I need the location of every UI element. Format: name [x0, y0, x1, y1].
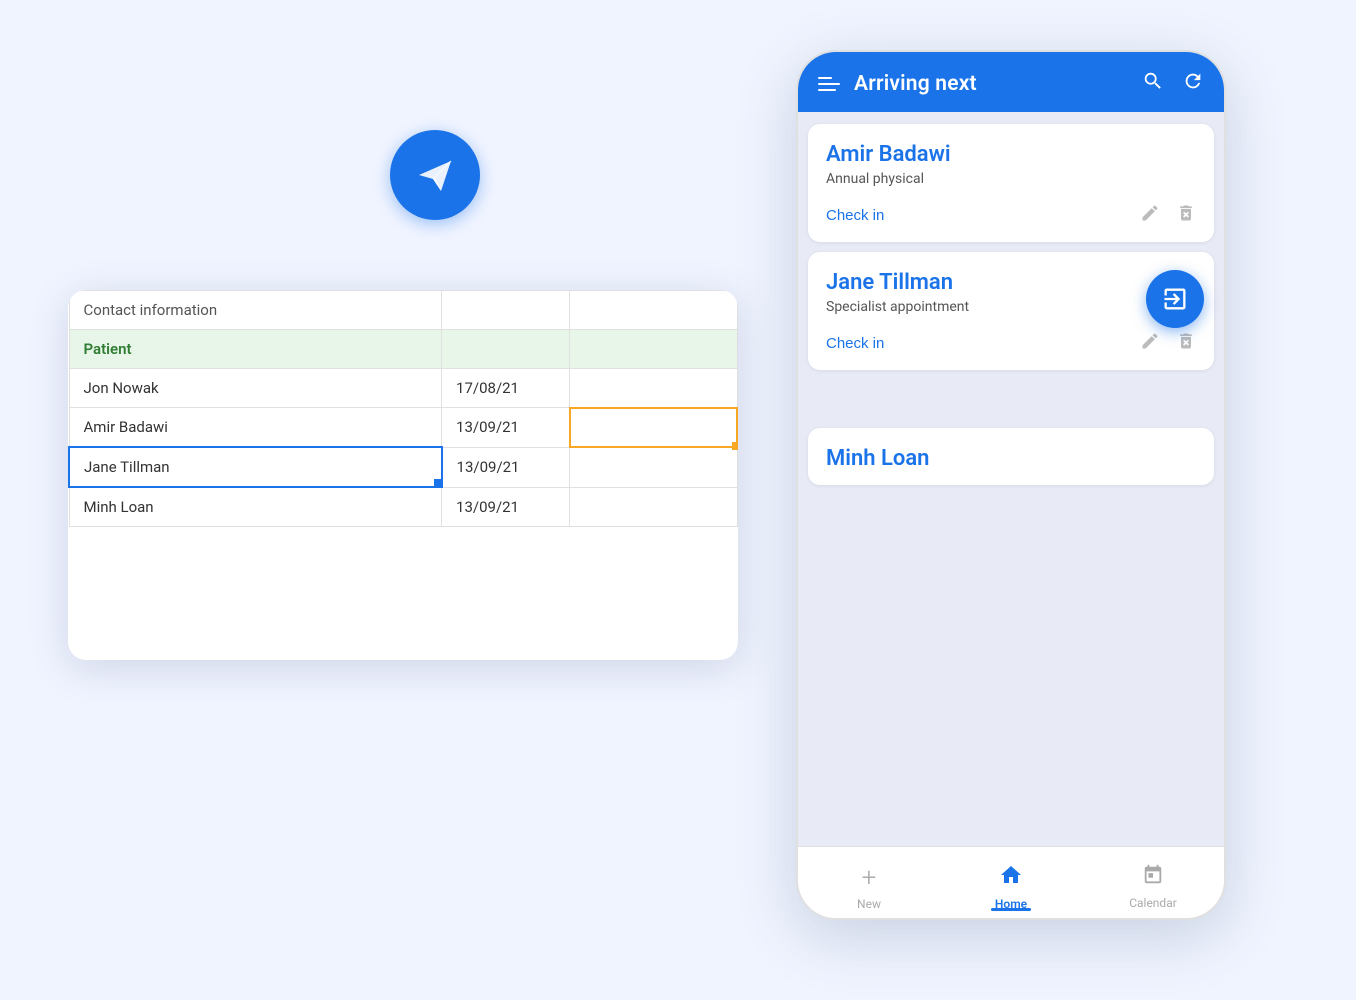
table-row: Patient	[69, 330, 737, 369]
patient-name-amir: Amir Badawi	[826, 142, 1196, 167]
cell-contact-info: Contact information	[69, 291, 442, 330]
phone-header: Arriving next	[798, 52, 1224, 112]
cell-minh-loan: Minh Loan	[69, 487, 442, 527]
patient-name-jane: Jane Tillman	[826, 270, 1196, 295]
table-row: Jane Tillman 13/09/21	[69, 447, 737, 487]
nav-active-indicator	[991, 908, 1031, 911]
table-row: Minh Loan 13/09/21	[69, 487, 737, 527]
nav-new-label: New	[857, 897, 881, 911]
cell-jon-date: 17/08/21	[442, 369, 570, 408]
cell-jane-tillman: Jane Tillman	[69, 447, 442, 487]
search-icon[interactable]	[1142, 70, 1164, 98]
nav-item-home[interactable]: Home	[940, 855, 1082, 911]
cell-jane-date: 13/09/21	[442, 447, 570, 487]
check-in-button-jane[interactable]: Check in	[826, 335, 884, 352]
table-row: Contact information	[69, 291, 737, 330]
cell-minh-date: 13/09/21	[442, 487, 570, 527]
nav-calendar-label: Calendar	[1129, 896, 1177, 910]
patient-card-minh: Minh Loan	[808, 428, 1214, 485]
delete-icon-jane[interactable]	[1176, 331, 1196, 356]
table-row: Jon Nowak 17/08/21	[69, 369, 737, 408]
edit-icon-jane[interactable]	[1140, 331, 1160, 356]
cell-amir-extra	[570, 408, 737, 448]
hamburger-menu-icon[interactable]	[818, 77, 840, 91]
cell-jon-nowak: Jon Nowak	[69, 369, 442, 408]
check-in-button-amir[interactable]: Check in	[826, 207, 884, 224]
phone-title: Arriving next	[854, 72, 977, 96]
bottom-nav: + New Home Calendar	[798, 846, 1224, 918]
cell-patient-header: Patient	[69, 330, 442, 369]
phone-content: Amir Badawi Annual physical Check in	[798, 112, 1224, 906]
spreadsheet-card: Contact information Patient Jon Nowak 17…	[68, 290, 738, 660]
edit-icon-amir[interactable]	[1140, 203, 1160, 228]
paper-plane-icon	[390, 130, 480, 220]
patient-card-amir: Amir Badawi Annual physical Check in	[808, 124, 1214, 242]
nav-calendar-icon	[1142, 864, 1164, 892]
fab-checkin-button[interactable]	[1146, 270, 1204, 328]
phone-mockup: Arriving next Amir Badawi Annual physica…	[796, 50, 1226, 920]
table-row: Amir Badawi 13/09/21	[69, 408, 737, 448]
nav-item-calendar[interactable]: Calendar	[1082, 856, 1224, 910]
refresh-icon[interactable]	[1182, 70, 1204, 98]
patient-appointment-jane: Specialist appointment	[826, 299, 1196, 315]
nav-new-icon: +	[862, 863, 877, 893]
patient-appointment-amir: Annual physical	[826, 171, 1196, 187]
delete-icon-amir[interactable]	[1176, 203, 1196, 228]
nav-home-icon	[999, 863, 1023, 893]
nav-item-new[interactable]: + New	[798, 855, 940, 911]
patient-name-minh: Minh Loan	[826, 446, 1196, 471]
cell-amir-badawi: Amir Badawi	[69, 408, 442, 448]
cell-amir-date: 13/09/21	[442, 408, 570, 448]
